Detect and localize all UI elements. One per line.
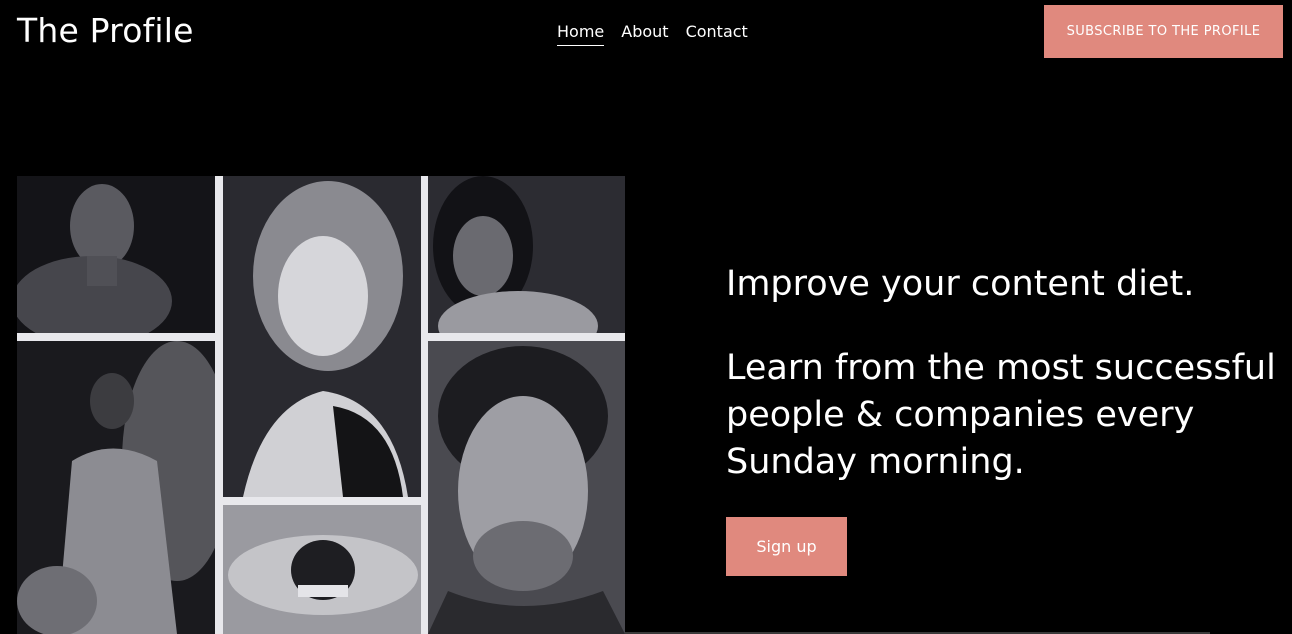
portrait-image-4 — [17, 341, 215, 634]
site-logo[interactable]: The Profile — [17, 11, 194, 50]
portrait-image-6 — [428, 341, 625, 634]
nav-about-link[interactable]: About — [621, 22, 668, 46]
portrait-image-2 — [223, 176, 421, 497]
hero-headline: Improve your content diet. — [726, 264, 1195, 304]
main-nav: Home About Contact — [557, 22, 765, 46]
hero-subline: Learn from the most successful people & … — [726, 348, 1276, 482]
portrait-image-1 — [17, 176, 215, 333]
portrait-collage — [17, 176, 625, 634]
nav-home-link[interactable]: Home — [557, 22, 605, 46]
subscribe-button[interactable]: SUBSCRIBE TO THE PROFILE — [1044, 5, 1283, 58]
portrait-image-3 — [428, 176, 625, 333]
nav-contact-link[interactable]: Contact — [686, 22, 748, 46]
signup-button[interactable]: Sign up — [726, 517, 847, 576]
portrait-image-5 — [223, 505, 421, 634]
